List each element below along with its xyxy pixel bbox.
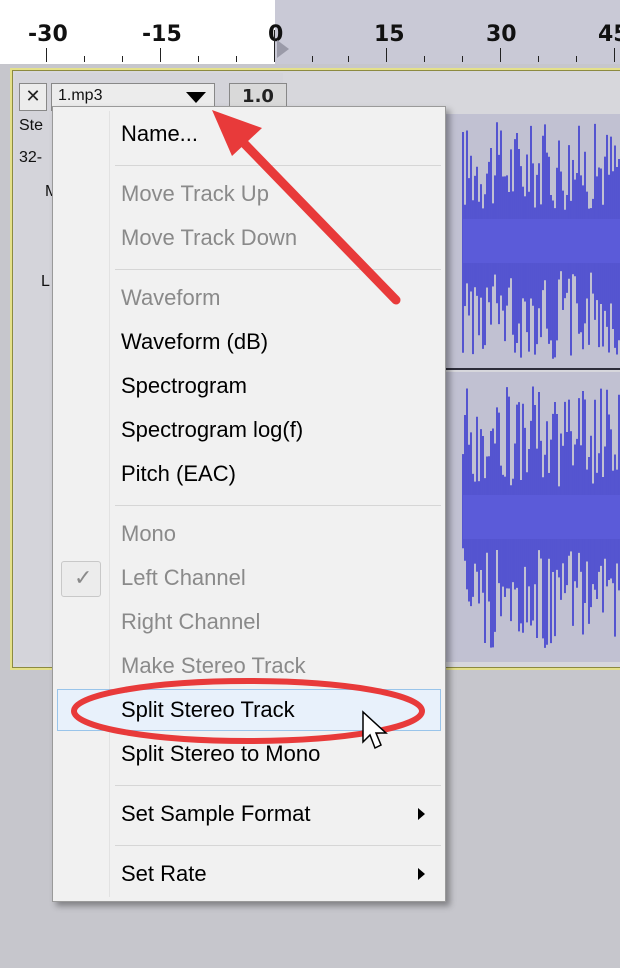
mouse-cursor-icon [362, 710, 388, 750]
red-arrow-annotation-icon [212, 110, 401, 305]
annotation-layer [71, 110, 425, 750]
